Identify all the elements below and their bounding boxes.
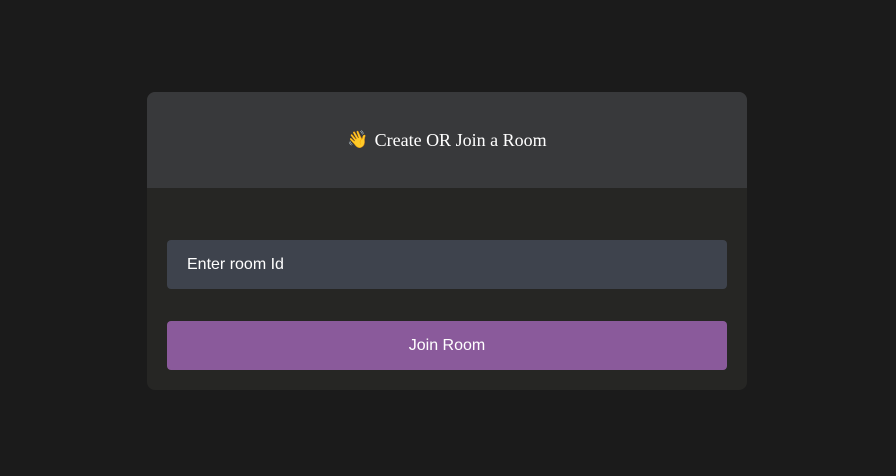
card-title-text: Create OR Join a Room (374, 129, 547, 150)
room-card: 👋 Create OR Join a Room Join Room (147, 92, 747, 390)
card-header: 👋 Create OR Join a Room (147, 92, 747, 188)
card-title: 👋 Create OR Join a Room (347, 130, 546, 151)
join-room-button[interactable]: Join Room (167, 321, 727, 370)
page: 👋 Create OR Join a Room Join Room (0, 0, 896, 476)
waving-hand-icon: 👋 (347, 129, 369, 150)
room-id-input[interactable] (167, 240, 727, 289)
card-body: Join Room (147, 188, 747, 390)
